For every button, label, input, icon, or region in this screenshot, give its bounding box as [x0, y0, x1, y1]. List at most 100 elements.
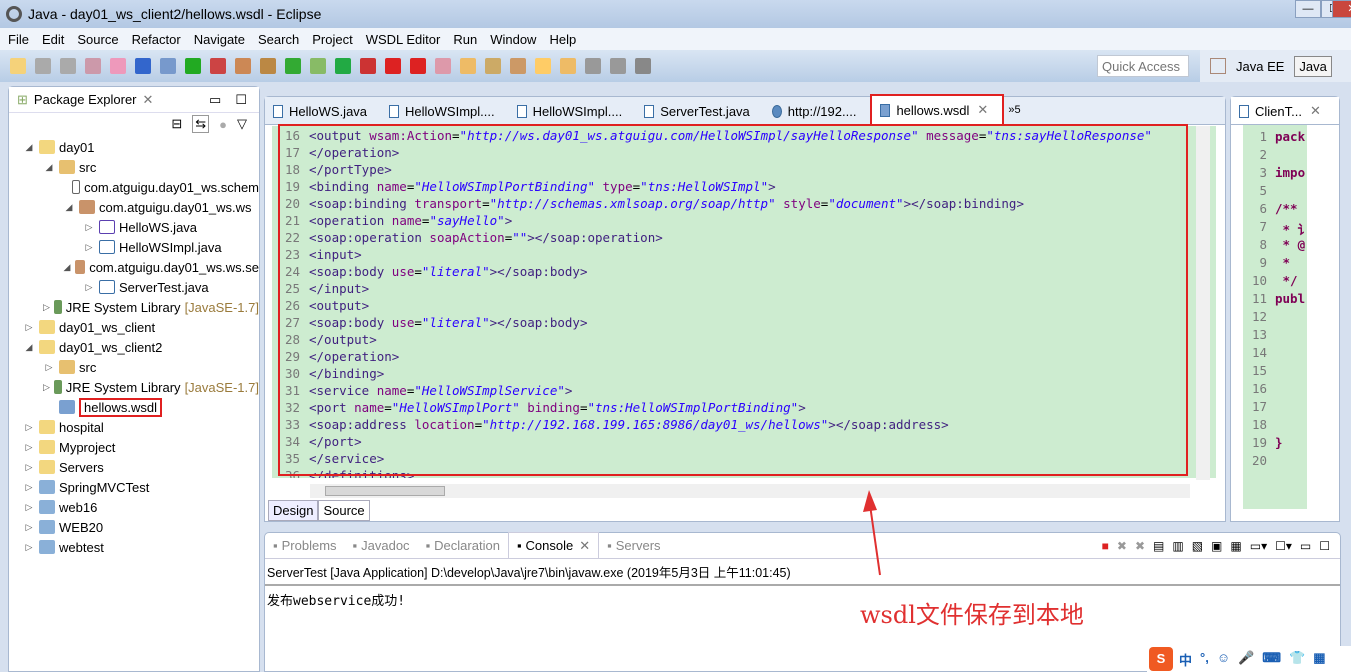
tree-item[interactable]: ▷ web16: [9, 497, 259, 517]
menu-navigate[interactable]: Navigate: [194, 32, 245, 47]
collapsed-arrow-icon[interactable]: ▷: [23, 482, 35, 493]
editor-tab[interactable]: HelloWSImpl....: [509, 98, 637, 124]
toolbar-button-icon[interactable]: [85, 58, 101, 74]
toolbar-button-icon[interactable]: [635, 58, 651, 74]
menu-edit[interactable]: Edit: [42, 32, 64, 47]
maximize-view-icon[interactable]: ☐: [235, 92, 247, 108]
toolbar-button-icon[interactable]: [435, 58, 451, 74]
tab-problems[interactable]: ▪ Problems: [265, 532, 345, 558]
tree-item[interactable]: ▷ Myproject: [9, 437, 259, 457]
close-tab-icon[interactable]: ✕: [977, 102, 988, 118]
tab-source[interactable]: Source: [318, 500, 370, 521]
view-menu-icon[interactable]: ▽: [237, 116, 247, 132]
menu-source[interactable]: Source: [77, 32, 118, 47]
toolbar-button-icon[interactable]: [235, 58, 251, 74]
tab-client-test[interactable]: ClienT... ✕: [1231, 98, 1335, 124]
toolbar-button-icon[interactable]: [210, 58, 226, 74]
tab-servers[interactable]: ▪ Servers: [599, 532, 668, 558]
tree-item[interactable]: ▷ JRE System Library [JavaSE-1.7]: [9, 377, 259, 397]
tree-item[interactable]: ▷ ServerTest.java: [9, 277, 259, 297]
tree-item[interactable]: ▷ hospital: [9, 417, 259, 437]
toolbar-button-icon[interactable]: [185, 58, 201, 74]
toolbar-button-icon[interactable]: [560, 58, 576, 74]
toolbar-button-icon[interactable]: [610, 58, 626, 74]
perspective-java-ee[interactable]: Java EE: [1236, 59, 1284, 74]
toolbar-button-icon[interactable]: [10, 58, 26, 74]
perspective-java[interactable]: Java: [1294, 55, 1332, 77]
display-console-icon[interactable]: ▭▾: [1250, 539, 1267, 553]
more-tabs-button[interactable]: »5: [1004, 104, 1024, 124]
toolbar-button-icon[interactable]: [410, 58, 426, 74]
collapsed-arrow-icon[interactable]: ▷: [83, 222, 95, 233]
quick-access-input[interactable]: [1097, 55, 1189, 77]
close-button[interactable]: ✕: [1332, 0, 1351, 18]
tab-declaration[interactable]: ▪ Declaration: [418, 532, 508, 558]
toolbar-button-icon[interactable]: [385, 58, 401, 74]
show-on-output-icon[interactable]: ▣: [1211, 539, 1222, 553]
collapsed-arrow-icon[interactable]: ▷: [23, 522, 35, 533]
ime-button[interactable]: ⌨: [1262, 650, 1281, 669]
collapsed-arrow-icon[interactable]: ▷: [23, 422, 35, 433]
pin-console-icon[interactable]: ▦: [1230, 539, 1241, 553]
toolbar-button-icon[interactable]: [510, 58, 526, 74]
tree-item[interactable]: ◢ day01: [9, 137, 259, 157]
menu-file[interactable]: File: [8, 32, 29, 47]
tree-item[interactable]: ▷ HelloWS.java: [9, 217, 259, 237]
remove-launch-icon[interactable]: ✖: [1117, 539, 1127, 553]
tree-item[interactable]: ◢ day01_ws_client2: [9, 337, 259, 357]
tree-item[interactable]: ◢ com.atguigu.day01_ws.ws: [9, 197, 259, 217]
scroll-lock-icon[interactable]: ▥: [1172, 539, 1183, 553]
collapsed-arrow-icon[interactable]: ▷: [23, 322, 35, 333]
close-tab-icon[interactable]: ✕: [579, 538, 590, 554]
open-perspective-icon[interactable]: [1210, 58, 1226, 74]
menu-run[interactable]: Run: [453, 32, 477, 47]
tree-item[interactable]: ▷ WEB20: [9, 517, 259, 537]
editor-tab[interactable]: hellows.wsdl ✕: [870, 94, 1005, 124]
collapse-all-icon[interactable]: ⊟: [171, 116, 182, 132]
toolbar-button-icon[interactable]: [60, 58, 76, 74]
tree-item[interactable]: ◢ com.atguigu.day01_ws.ws.se: [9, 257, 259, 277]
toolbar-button-icon[interactable]: [35, 58, 51, 74]
remove-all-icon[interactable]: ✖: [1135, 539, 1145, 553]
expanded-arrow-icon[interactable]: ◢: [63, 262, 71, 273]
menu-search[interactable]: Search: [258, 32, 299, 47]
tree-item[interactable]: ▷ day01_ws_client: [9, 317, 259, 337]
menu-refactor[interactable]: Refactor: [132, 32, 181, 47]
collapsed-arrow-icon[interactable]: ▷: [43, 382, 50, 393]
toolbar-button-icon[interactable]: [310, 58, 326, 74]
editor-tab[interactable]: HelloWSImpl....: [381, 98, 509, 124]
menu-wsdl-editor[interactable]: WSDL Editor: [366, 32, 441, 47]
vertical-scrollbar[interactable]: [1196, 126, 1210, 480]
collapsed-arrow-icon[interactable]: ▷: [83, 242, 95, 253]
focus-icon[interactable]: ●: [219, 117, 227, 132]
collapsed-arrow-icon[interactable]: ▷: [43, 302, 50, 313]
menu-project[interactable]: Project: [312, 32, 352, 47]
tree-item[interactable]: ▷ SpringMVCTest: [9, 477, 259, 497]
collapsed-arrow-icon[interactable]: ▷: [43, 362, 55, 373]
collapsed-arrow-icon[interactable]: ▷: [23, 462, 35, 473]
collapsed-arrow-icon[interactable]: ▷: [23, 542, 35, 553]
tree-item[interactable]: hellows.wsdl: [9, 397, 259, 417]
ime-button[interactable]: °,: [1200, 650, 1209, 669]
ime-button[interactable]: 中: [1179, 650, 1192, 669]
close-tab-icon[interactable]: ✕: [1310, 103, 1321, 119]
expanded-arrow-icon[interactable]: ◢: [63, 202, 75, 213]
ime-button[interactable]: 👕: [1289, 650, 1305, 669]
editor-tab[interactable]: ServerTest.java: [636, 98, 764, 124]
expanded-arrow-icon[interactable]: ◢: [23, 142, 35, 153]
close-view-icon[interactable]: ✕: [143, 92, 154, 108]
horizontal-scrollbar[interactable]: [310, 484, 1190, 498]
tree-item[interactable]: ▷ Servers: [9, 457, 259, 477]
toolbar-button-icon[interactable]: [135, 58, 151, 74]
minimize-view-icon[interactable]: ▭: [1300, 539, 1311, 553]
toolbar-button-icon[interactable]: [460, 58, 476, 74]
maximize-view-icon[interactable]: ☐: [1319, 539, 1330, 553]
toolbar-button-icon[interactable]: [360, 58, 376, 74]
word-wrap-icon[interactable]: ▧: [1192, 539, 1203, 553]
toolbar-button-icon[interactable]: [335, 58, 351, 74]
expanded-arrow-icon[interactable]: ◢: [43, 162, 55, 173]
editor-tab[interactable]: HelloWS.java: [265, 98, 381, 124]
toolbar-button-icon[interactable]: [585, 58, 601, 74]
terminate-icon[interactable]: ■: [1102, 539, 1109, 553]
toolbar-button-icon[interactable]: [160, 58, 176, 74]
